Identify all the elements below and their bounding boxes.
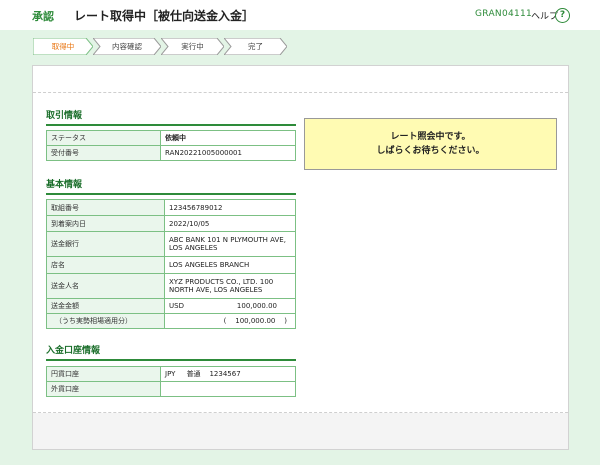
- row-value: LOS ANGELES BRANCH: [164, 256, 296, 274]
- yen-account-cell: JPY 普通 1234567: [160, 366, 296, 382]
- table-row: 外貨口座: [46, 381, 296, 397]
- table-row: 円貨口座 JPY 普通 1234567: [46, 366, 296, 382]
- section-title: 取引情報: [46, 108, 296, 126]
- row-value: ABC BANK 101 N PLYMOUTH AVE, LOS ANGELES: [164, 231, 296, 257]
- row-label: 取組番号: [46, 199, 165, 216]
- screen-id: GRAN04111: [475, 9, 533, 19]
- table-row: 店名 LOS ANGELES BRANCH: [46, 256, 296, 274]
- row-value: 2022/10/05: [164, 215, 296, 232]
- help-link[interactable]: ヘルプ: [531, 9, 558, 22]
- receipt-number-value: RAN20221005000001: [160, 145, 296, 161]
- row-label: 送金銀行: [46, 231, 165, 257]
- table-row: 送金金額 USD 100,000.00: [46, 298, 296, 314]
- row-label: （うち実勢相場適用分）: [46, 313, 165, 329]
- account-type: 普通: [186, 370, 201, 378]
- step-4-label: 完了: [248, 42, 263, 51]
- brand-label: 承認: [32, 10, 54, 23]
- transaction-info-section: 取引情報: [46, 108, 296, 126]
- paren-close: ): [284, 317, 287, 325]
- currency-code: JPY: [165, 370, 176, 378]
- section-title: 基本情報: [46, 177, 296, 195]
- table-row: 受付番号 RAN20221005000001: [46, 145, 296, 161]
- row-label: 円貨口座: [46, 366, 161, 382]
- row-label: 外貨口座: [46, 381, 161, 397]
- row-label: 受付番号: [46, 145, 161, 161]
- help-icon[interactable]: ?: [555, 8, 570, 23]
- row-value: XYZ PRODUCTS CO., LTD. 100 NORTH AVE, LO…: [164, 273, 296, 299]
- table-row: 送金銀行 ABC BANK 101 N PLYMOUTH AVE, LOS AN…: [46, 231, 296, 257]
- transaction-info-table: ステータス 依頼中 受付番号 RAN20221005000001: [46, 130, 296, 161]
- step-4: 完了: [224, 38, 287, 55]
- step-3-label: 実行中: [181, 42, 204, 51]
- row-label: 到着案内日: [46, 215, 165, 232]
- table-row: 到着案内日 2022/10/05: [46, 215, 296, 232]
- step-3: 実行中: [161, 38, 224, 55]
- divider: [33, 92, 568, 93]
- amount-cell: USD 100,000.00: [164, 298, 296, 314]
- page-title: レート取得中［被仕向送金入金］: [74, 9, 255, 23]
- table-row: 取組番号 123456789012: [46, 199, 296, 216]
- notice-line-2: しばらくお待ちください。: [376, 146, 485, 156]
- deposit-account-section: 入金口座情報: [46, 343, 296, 361]
- table-row: （うち実勢相場適用分） ( 100,000.00 ): [46, 313, 296, 329]
- account-number: 1234567: [209, 370, 241, 378]
- amount-value: 100,000.00: [235, 317, 276, 325]
- panel-footer: [33, 413, 568, 449]
- main-panel: 取引情報 ステータス 依頼中 受付番号 RAN20221005000001 基本…: [32, 65, 569, 450]
- section-title: 入金口座情報: [46, 343, 296, 361]
- currency-code: USD: [169, 302, 184, 310]
- paren-open: (: [223, 317, 227, 325]
- step-1: 取得中: [33, 38, 93, 55]
- basic-info-section: 基本情報: [46, 177, 296, 195]
- market-rate-amount-cell: ( 100,000.00 ): [164, 313, 296, 329]
- row-value: 123456789012: [164, 199, 296, 216]
- rate-inquiry-notice: レート照会中です。 しばらくお待ちください。: [304, 118, 557, 170]
- notice-line-1: レート照会中です。: [390, 132, 471, 142]
- table-row: 送金人名 XYZ PRODUCTS CO., LTD. 100 NORTH AV…: [46, 273, 296, 299]
- step-2-label: 内容確認: [112, 42, 142, 51]
- step-2: 内容確認: [93, 38, 161, 55]
- top-bar: 承認 レート取得中［被仕向送金入金］ GRAN04111 ヘルプ ?: [0, 0, 600, 30]
- row-value: [160, 381, 296, 397]
- row-label: 店名: [46, 256, 165, 274]
- row-label: 送金金額: [46, 298, 165, 314]
- basic-info-table: 取組番号 123456789012 到着案内日 2022/10/05 送金銀行 …: [46, 199, 296, 329]
- row-label: ステータス: [46, 130, 161, 146]
- row-label: 送金人名: [46, 273, 165, 299]
- deposit-account-table: 円貨口座 JPY 普通 1234567 外貨口座: [46, 366, 296, 397]
- amount-value: 100,000.00: [236, 302, 277, 310]
- table-row: ステータス 依頼中: [46, 130, 296, 146]
- step-1-label: 取得中: [51, 42, 75, 51]
- status-value: 依頼中: [160, 130, 296, 146]
